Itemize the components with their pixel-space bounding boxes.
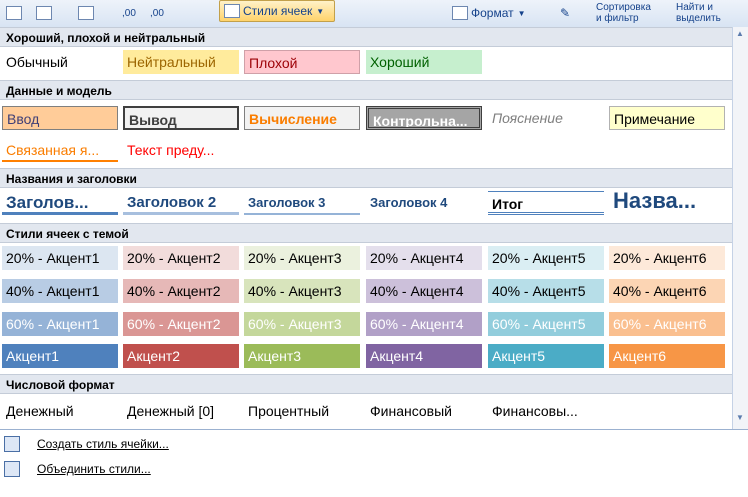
- create-style-label: Создать стиль ячейки...: [37, 437, 169, 451]
- style-output[interactable]: Вывод: [123, 106, 239, 130]
- decrease-decimal-button[interactable]: ,00: [150, 0, 164, 26]
- style-neutral[interactable]: Нейтральный: [123, 50, 239, 74]
- find-line1: Найти и: [676, 2, 713, 13]
- merge-styles-label: Объединить стили...: [37, 462, 151, 476]
- format-button[interactable]: Формат ▼: [452, 0, 526, 26]
- theme40-accent5[interactable]: 40% - Акцент5: [488, 279, 604, 303]
- theme60-accent5[interactable]: 60% - Акцент5: [488, 312, 604, 336]
- sort-line1: Сортировка: [596, 2, 651, 13]
- style-currency-0[interactable]: Денежный [0]: [123, 399, 239, 423]
- increase-decimal-button[interactable]: ,00: [122, 0, 136, 26]
- chevron-down-icon: ▼: [316, 6, 325, 16]
- theme20-accent2[interactable]: 20% - Акцент2: [123, 246, 239, 270]
- style-heading4[interactable]: Заголовок 4: [366, 191, 482, 215]
- scroll-up-icon[interactable]: ▲: [736, 29, 744, 38]
- accent-accent5[interactable]: Акцент5: [488, 344, 604, 368]
- sort-filter-button[interactable]: Сортировка и фильтр: [596, 2, 651, 24]
- indent-icon[interactable]: [36, 0, 55, 26]
- style-comma[interactable]: Финансовый: [366, 399, 482, 423]
- theme40-accent4[interactable]: 40% - Акцент4: [366, 279, 482, 303]
- accent-accent2[interactable]: Акцент2: [123, 344, 239, 368]
- style-heading1[interactable]: Заголов...: [2, 191, 118, 215]
- style-currency[interactable]: Денежный: [2, 399, 118, 423]
- theme40-accent6[interactable]: 40% - Акцент6: [609, 279, 725, 303]
- style-warning-text[interactable]: Текст преду...: [123, 138, 239, 162]
- style-input[interactable]: Ввод: [2, 106, 118, 130]
- find-line2: выделить: [676, 13, 721, 24]
- accent-accent4[interactable]: Акцент4: [366, 344, 482, 368]
- cell-styles-icon: [224, 4, 240, 18]
- style-check-cell[interactable]: Контрольна...: [366, 106, 482, 130]
- theme60-accent6[interactable]: 60% - Акцент6: [609, 312, 725, 336]
- theme20-accent5[interactable]: 20% - Акцент5: [488, 246, 604, 270]
- style-heading3[interactable]: Заголовок 3: [244, 191, 360, 215]
- sort-line2: и фильтр: [596, 13, 639, 24]
- style-normal[interactable]: Обычный: [2, 50, 118, 74]
- ribbon: ,00 ,00 Стили ячеек ▼ Формат ▼ ✎ Сортиро…: [0, 0, 748, 28]
- merge-styles-icon: [4, 461, 20, 477]
- style-good[interactable]: Хороший: [366, 50, 482, 74]
- increase-decimal-label: ,00: [122, 7, 136, 19]
- theme20-accent4[interactable]: 20% - Акцент4: [366, 246, 482, 270]
- style-calculation[interactable]: Вычисление: [244, 106, 360, 130]
- merge-styles-item[interactable]: Объединить стили...: [0, 457, 151, 481]
- align-icon[interactable]: [6, 0, 25, 26]
- merge-icon[interactable]: [78, 0, 97, 26]
- style-heading2[interactable]: Заголовок 2: [123, 191, 239, 215]
- accent-accent6[interactable]: Акцент6: [609, 344, 725, 368]
- find-select-button[interactable]: Найти и выделить: [676, 2, 721, 24]
- gallery-scrollbar[interactable]: ▲ ▼: [732, 27, 748, 429]
- cell-styles-button[interactable]: Стили ячеек ▼: [219, 0, 335, 22]
- theme40-accent2[interactable]: 40% - Акцент2: [123, 279, 239, 303]
- theme20-accent6[interactable]: 20% - Акцент6: [609, 246, 725, 270]
- chevron-down-icon: ▼: [517, 8, 526, 18]
- theme60-accent1[interactable]: 60% - Акцент1: [2, 312, 118, 336]
- theme40-accent1[interactable]: 40% - Акцент1: [2, 279, 118, 303]
- section-data-model: Данные и модель: [0, 80, 732, 100]
- cell-styles-gallery: Хороший, плохой и нейтральный Обычный Ней…: [0, 27, 732, 429]
- accent-accent3[interactable]: Акцент3: [244, 344, 360, 368]
- theme60-accent3[interactable]: 60% - Акцент3: [244, 312, 360, 336]
- cell-styles-label: Стили ячеек: [243, 4, 313, 18]
- style-explanatory[interactable]: Пояснение: [488, 106, 604, 130]
- accent-accent1[interactable]: Акцент1: [2, 344, 118, 368]
- decrease-decimal-label: ,00: [150, 7, 164, 19]
- style-percent[interactable]: Процентный: [244, 399, 360, 423]
- section-number: Числовой формат: [0, 374, 732, 394]
- create-style-item[interactable]: Создать стиль ячейки...: [0, 432, 169, 456]
- eraser-icon[interactable]: ✎: [560, 0, 570, 26]
- gallery-footer: Создать стиль ячейки... Объединить стили…: [0, 429, 748, 497]
- style-note[interactable]: Примечание: [609, 106, 725, 130]
- section-theme: Стили ячеек с темой: [0, 223, 732, 243]
- style-total[interactable]: Итог: [488, 191, 604, 215]
- format-icon: [452, 6, 468, 20]
- theme60-accent2[interactable]: 60% - Акцент2: [123, 312, 239, 336]
- theme20-accent3[interactable]: 20% - Акцент3: [244, 246, 360, 270]
- style-bad[interactable]: Плохой: [244, 50, 360, 74]
- style-title[interactable]: Назва...: [609, 187, 725, 215]
- section-good-bad: Хороший, плохой и нейтральный: [0, 27, 732, 47]
- style-comma-0[interactable]: Финансовы...: [488, 399, 604, 423]
- style-linked-cell[interactable]: Связанная я...: [2, 138, 118, 162]
- theme20-accent1[interactable]: 20% - Акцент1: [2, 246, 118, 270]
- new-style-icon: [4, 436, 20, 452]
- format-label: Формат: [471, 6, 514, 20]
- section-titles: Названия и заголовки: [0, 168, 732, 188]
- scroll-down-icon[interactable]: ▼: [736, 413, 744, 422]
- theme40-accent3[interactable]: 40% - Акцент3: [244, 279, 360, 303]
- theme60-accent4[interactable]: 60% - Акцент4: [366, 312, 482, 336]
